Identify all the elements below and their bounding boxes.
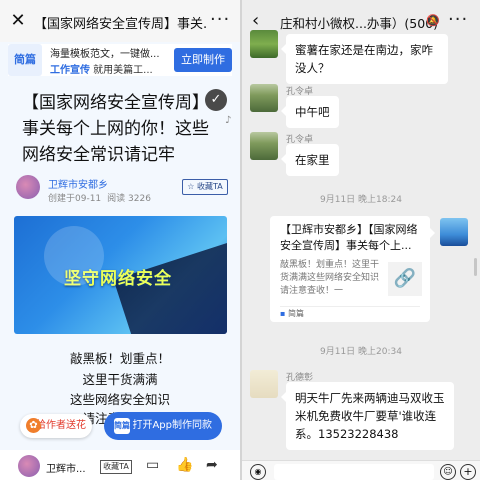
- avatar[interactable]: [250, 132, 278, 160]
- make-now-button[interactable]: 立即制作: [174, 48, 232, 72]
- article-top-bar: ✕ 【国家网络安全宣传周】事关... ···: [0, 0, 240, 42]
- body-line: 敲黑板！划重点！: [69, 351, 170, 366]
- timestamp: 9月11日 晚上20:34: [320, 347, 402, 357]
- follow-button-small[interactable]: 收藏TA: [100, 460, 132, 474]
- chat-panel: ‹ 庄和村小微权...办事）(500) 🔕 ··· 蜜薯在家还是在南边，家咋没人…: [242, 0, 480, 480]
- message-bubble[interactable]: 蜜薯在家还是在南边，家咋没人？: [281, 34, 448, 84]
- app-icon: 简篇: [114, 418, 130, 434]
- send-flower-label: 给作者送花: [36, 420, 86, 431]
- cover-image: 坚守网络安全: [14, 216, 227, 334]
- avatar[interactable]: [250, 370, 278, 398]
- mute-icon: 🔕: [426, 14, 440, 27]
- article-meta: 创建于09-11 阅读 3226: [48, 191, 157, 204]
- chat-input-bar: ◉ ☺ +: [242, 460, 480, 480]
- share-icon[interactable]: ➦: [206, 457, 218, 473]
- avatar[interactable]: [250, 30, 278, 58]
- article-bottom-bar: 卫辉市... 收藏TA ▭ 👍 ➦: [0, 450, 240, 480]
- article-title: 【国家网络安全宣传周】事关每个上网的你！这些网络安全常识请记牢: [22, 93, 209, 165]
- ad-text-line2: 工作宣传 就用美篇工...: [50, 61, 174, 76]
- author-name[interactable]: 卫辉市安都乡: [48, 176, 108, 191]
- author-name-small[interactable]: 卫辉市...: [46, 460, 86, 475]
- read-count: 阅读 3226: [107, 194, 151, 204]
- open-app-label: 打开App制作同款: [132, 420, 212, 431]
- ad-banner[interactable]: 简篇 海量模板范文，一键做... 工作宣传 就用美篇工... 立即制作: [8, 44, 232, 76]
- article-window-title: 【国家网络安全宣传周】事关...: [34, 17, 206, 32]
- article-panel: ✕ 【国家网络安全宣传周】事关... ··· 简篇 海量模板范文，一键做... …: [0, 0, 240, 480]
- card-title: 【卫辉市安都乡】【国家网络安全宣传周】事关每个上...: [280, 223, 418, 252]
- created-date: 创建于09-11: [48, 194, 102, 204]
- message-bubble[interactable]: 明天牛厂先来两辆迪马双收玉米机免费收牛厂要草'谁收连系。13523228438: [281, 382, 454, 450]
- comment-icon[interactable]: ▭: [146, 457, 159, 473]
- author-avatar[interactable]: [16, 175, 40, 199]
- message-bubble[interactable]: 在家里: [281, 144, 339, 176]
- flower-icon: ✿: [26, 418, 41, 433]
- ad-logo: 简篇: [8, 44, 42, 76]
- scrollbar[interactable]: [474, 258, 477, 276]
- avatar[interactable]: [250, 84, 278, 112]
- more-icon[interactable]: ···: [210, 9, 230, 30]
- source-dot-icon: ▪: [280, 309, 288, 318]
- plus-icon[interactable]: +: [460, 464, 476, 480]
- body-line: 这些网络安全知识: [69, 392, 170, 407]
- shared-article-card[interactable]: 【卫辉市安都乡】【国家网络安全宣传周】事关每个上... 敲黑板！划重点！这里干货…: [270, 216, 435, 322]
- card-source: ▪ 简篇: [280, 308, 304, 319]
- close-icon[interactable]: ✕: [8, 11, 28, 31]
- send-flower-button[interactable]: ✿ 给作者送花: [20, 414, 92, 438]
- ad-highlight: 工作宣传: [50, 65, 90, 76]
- author-avatar-small[interactable]: [18, 455, 40, 477]
- link-icon: 🔗: [388, 262, 422, 296]
- emoji-icon[interactable]: ☺: [440, 464, 456, 480]
- voice-icon[interactable]: ◉: [250, 464, 266, 480]
- more-icon[interactable]: ···: [448, 9, 468, 30]
- check-icon[interactable]: ✓: [205, 89, 227, 111]
- like-icon[interactable]: 👍: [176, 457, 193, 473]
- back-icon[interactable]: ‹: [252, 11, 259, 31]
- message-bubble[interactable]: 中午吧: [281, 96, 339, 128]
- music-note-icon: ♪: [225, 115, 232, 126]
- body-line: 这里干货满满: [82, 372, 158, 387]
- ad-text-line1: 海量模板范文，一键做...: [50, 49, 160, 60]
- timestamp: 9月11日 晚上18:24: [320, 195, 402, 205]
- follow-author-button[interactable]: ☆ 收藏TA: [182, 179, 228, 195]
- ad-line2-rest: 就用美篇工...: [90, 65, 153, 76]
- card-divider: [280, 306, 420, 307]
- chat-input[interactable]: [274, 464, 434, 480]
- cover-caption: 坚守网络安全: [64, 269, 172, 289]
- open-app-button[interactable]: 简篇 打开App制作同款: [104, 412, 222, 440]
- card-source-label: 简篇: [287, 309, 304, 318]
- my-avatar[interactable]: [440, 218, 468, 246]
- card-description: 敲黑板！划重点！这里干货满满这些网络安全知识请注意查收！一: [280, 260, 380, 296]
